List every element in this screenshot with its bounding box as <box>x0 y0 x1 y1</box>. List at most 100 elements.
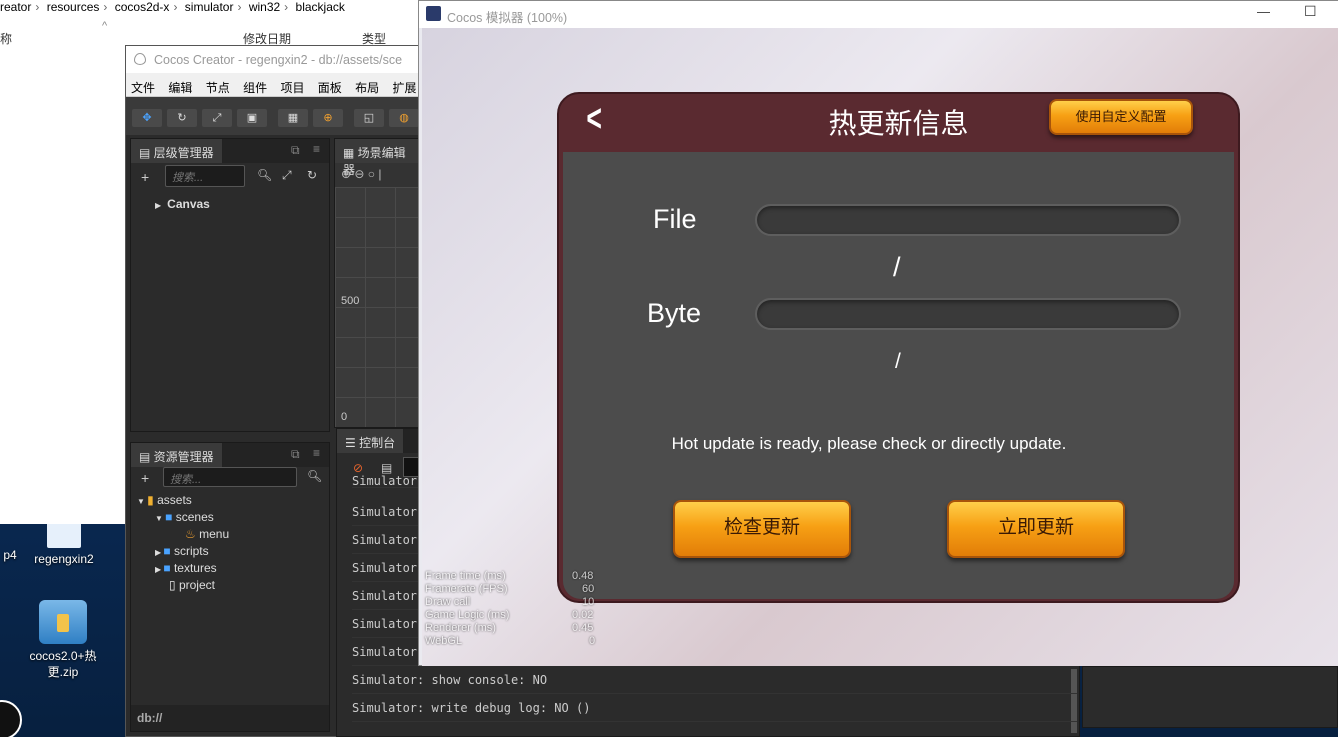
byte-progress-text: / <box>895 350 901 373</box>
stat-value: 0.02 <box>572 609 594 621</box>
stat-value: 60 <box>582 583 595 595</box>
refresh-icon[interactable]: ↻ <box>307 168 317 182</box>
custom-config-button[interactable]: 使用自定义配置 <box>1049 99 1193 135</box>
menu-bar: 文件 编辑 节点 组件 项目 面板 布局 扩展 <box>126 73 426 97</box>
clear-icon[interactable]: ⊘ <box>353 461 363 475</box>
scene-flame-icon: ♨ <box>185 527 196 541</box>
move-tool-icon[interactable]: ✥ <box>132 109 162 127</box>
desktop-icon-label: cocos2.0+热更.zip <box>29 649 97 679</box>
maximize-button[interactable]: ☐ <box>1304 3 1317 20</box>
menu-layout[interactable]: 布局 <box>355 81 379 95</box>
pivot-icon[interactable]: ▦ <box>278 109 308 127</box>
cocos-logo-icon <box>134 53 146 65</box>
menu-panel[interactable]: 面板 <box>318 81 342 95</box>
global-icon[interactable]: ◍ <box>389 109 419 127</box>
check-update-button[interactable]: 检查更新 <box>673 500 851 558</box>
log-file-icon[interactable]: ▤ <box>381 461 392 475</box>
menu-component[interactable]: 组件 <box>243 81 267 95</box>
sort-chevron-icon: ^ <box>102 20 108 32</box>
hierarchy-icon: ▤ <box>139 146 154 160</box>
anchor-icon[interactable]: ⊕ <box>313 109 343 127</box>
search-icon[interactable]: 🔍︎ <box>307 469 322 483</box>
rect-tool-icon[interactable]: ▣ <box>237 109 267 127</box>
tab-scene[interactable]: ▦ 场景编辑器 <box>335 139 423 177</box>
breadcrumb-item[interactable]: blackjack <box>296 0 345 14</box>
assets-footer-path: db:// <box>131 705 329 731</box>
desktop-icon-label: regengxin2 <box>34 552 94 566</box>
stat-label: Draw call <box>425 596 471 608</box>
minimize-button[interactable]: — <box>1257 4 1270 19</box>
byte-progress-bar <box>755 298 1181 330</box>
stat-label: Frame time (ms) <box>425 570 506 582</box>
scene-tick-label: 0 <box>341 411 348 423</box>
popout-icon[interactable]: ⧉ <box>291 447 300 462</box>
tree-node-textures[interactable]: ▶ ■ textures <box>155 561 217 575</box>
hierarchy-search-input[interactable]: 搜索... <box>165 165 245 187</box>
stat-value: 0.48 <box>572 570 594 582</box>
window-title: Cocos Creator - regengxin2 - db://assets… <box>126 46 426 73</box>
local-icon[interactable]: ◱ <box>354 109 384 127</box>
hierarchy-panel: ▤ 层级管理器 ⧉ ≡ + 搜索... 🔍︎ ⤢ ↻ ▶ Canvas <box>130 138 330 432</box>
menu-edit[interactable]: 编辑 <box>168 81 192 95</box>
file-progress-bar <box>755 204 1181 236</box>
breadcrumb-item[interactable]: simulator <box>185 0 234 14</box>
panel-menu-icon[interactable]: ≡ <box>313 142 320 156</box>
menu-file[interactable]: 文件 <box>131 81 155 95</box>
search-icon[interactable]: 🔍︎ <box>257 168 272 182</box>
tree-node-scenes[interactable]: ▼ ■ scenes <box>155 510 214 524</box>
menu-extension[interactable]: 扩展 <box>393 81 417 95</box>
column-header-name[interactable]: 称 <box>0 30 12 47</box>
desktop-icon-label[interactable]: p4 <box>0 548 20 562</box>
breadcrumb-item[interactable]: reator <box>0 0 31 14</box>
app-icon <box>426 6 441 21</box>
file-progress-text: / <box>893 252 901 282</box>
tab-console[interactable]: ☰ 控制台 <box>337 429 405 453</box>
console-icon: ☰ <box>345 436 360 450</box>
start-orb-icon[interactable] <box>0 700 22 737</box>
menu-project[interactable]: 项目 <box>280 81 304 95</box>
inspector-panel-edge <box>1082 666 1338 728</box>
stat-label: Game Logic (ms) <box>425 609 510 621</box>
dialog-body: File / Byte / Hot update is ready, pleas… <box>563 152 1234 599</box>
stat-label: Renderer (ms) <box>425 622 496 634</box>
scene-panel: ▦ 场景编辑器 ⊕ ⊖ ○ | 500 0 <box>334 138 425 428</box>
stat-label: WebGL <box>425 635 463 647</box>
tab-assets[interactable]: ▤ 资源管理器 <box>131 443 223 467</box>
breadcrumb-item[interactable]: cocos2d-x <box>115 0 170 14</box>
breadcrumb-item[interactable]: resources <box>47 0 100 14</box>
desktop-icon-regengxin2[interactable]: regengxin2 <box>26 520 102 566</box>
rotate-tool-icon[interactable]: ↻ <box>167 109 197 127</box>
tree-node-scripts[interactable]: ▶ ■ scripts <box>155 544 209 558</box>
panel-menu-icon[interactable]: ≡ <box>313 446 320 460</box>
console-line: Simulator: write debug log: NO () <box>352 694 1077 722</box>
update-now-button[interactable]: 立即更新 <box>947 500 1125 558</box>
stat-label: Framerate (FPS) <box>425 583 508 595</box>
toolbar: ✥ ↻ ⤢ ▣ ▦ ⊕ ◱ ◍ <box>126 97 426 135</box>
tree-node-canvas[interactable]: ▶ Canvas <box>155 197 210 211</box>
dialog-header: < 热更新信息 使用自定义配置 <box>559 94 1238 152</box>
scene-canvas[interactable] <box>335 187 425 427</box>
scale-tool-icon[interactable]: ⤢ <box>202 109 232 127</box>
add-asset-icon[interactable]: + <box>141 470 149 486</box>
file-label: File <box>653 204 697 234</box>
tree-node-project[interactable]: ▯ project <box>169 578 215 592</box>
desktop-icon-zip[interactable]: cocos2.0+热更.zip <box>22 600 104 680</box>
popout-icon[interactable]: ⧉ <box>291 143 300 158</box>
status-message: Hot update is ready, please check or dir… <box>671 434 1067 453</box>
file-icon: ▯ <box>169 578 176 592</box>
tab-hierarchy[interactable]: ▤ 层级管理器 <box>131 139 223 163</box>
breadcrumb-item[interactable]: win32 <box>249 0 280 14</box>
tree-node-menu[interactable]: ♨ menu <box>185 527 229 541</box>
zoom-controls[interactable]: ⊕ ⊖ ○ | <box>341 167 381 181</box>
stat-value: 0 <box>589 635 596 647</box>
folder-icon: ■ <box>165 510 173 524</box>
zip-archive-icon <box>39 600 87 644</box>
assets-panel: ▤ 资源管理器 ⧉ ≡ + 搜索... 🔍︎ ▼ ▮ assets ▼ ■ sc… <box>130 442 330 732</box>
tree-node-assets[interactable]: ▼ ▮ assets <box>137 493 192 507</box>
scene-icon: ▦ <box>343 146 358 160</box>
menu-node[interactable]: 节点 <box>206 81 230 95</box>
assets-search-input[interactable]: 搜索... <box>163 467 297 487</box>
add-node-icon[interactable]: + <box>141 169 149 185</box>
assets-icon: ▤ <box>139 450 154 464</box>
expand-icon[interactable]: ⤢ <box>282 168 292 183</box>
